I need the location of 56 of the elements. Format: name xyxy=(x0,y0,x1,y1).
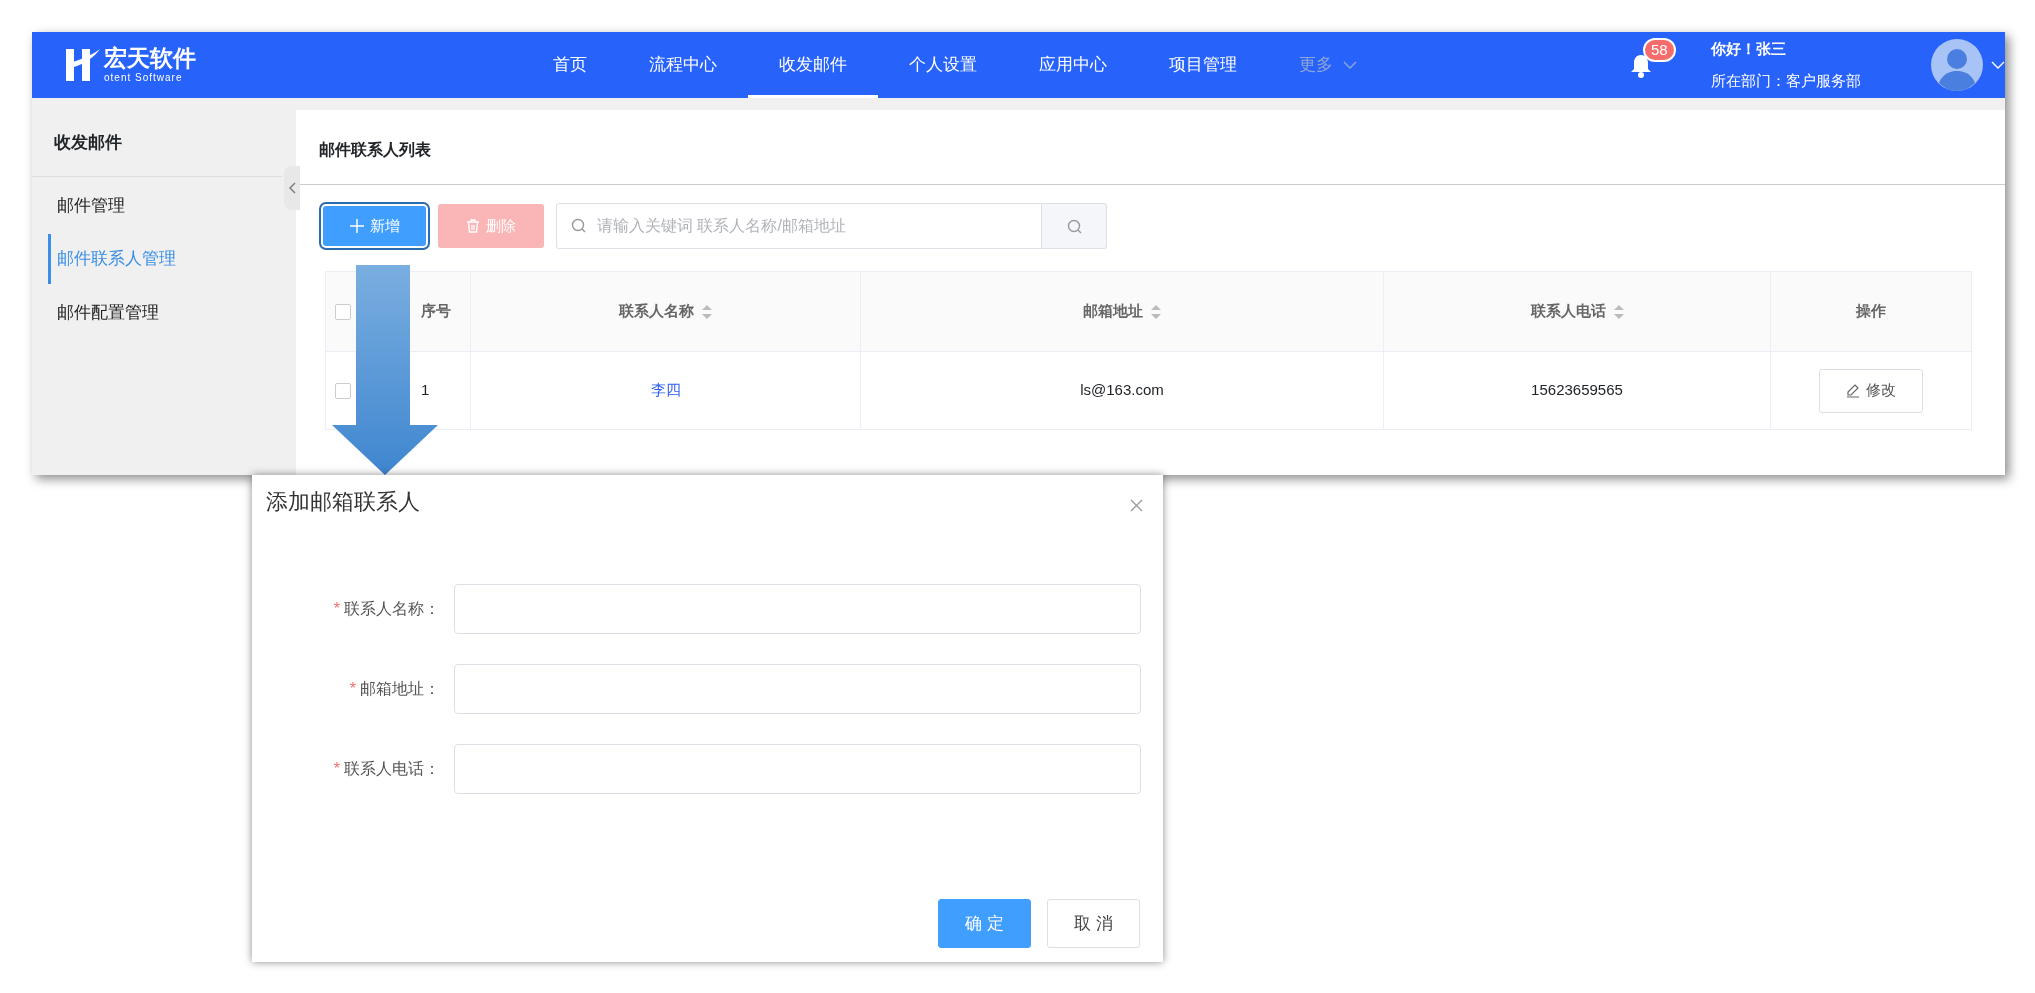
user-department: 所在部门：客户服务部 xyxy=(1711,71,1861,91)
column-header: 邮箱地址 xyxy=(1083,302,1143,320)
logo-icon xyxy=(66,47,100,83)
logo-title: 宏天软件 xyxy=(104,47,196,70)
required-asterisk: * xyxy=(333,600,340,617)
input-field[interactable] xyxy=(454,664,1141,714)
field-label: 联系人电话： xyxy=(344,760,440,777)
nav-item[interactable]: 个人设置 xyxy=(878,32,1008,98)
edit-button[interactable]: 修改 xyxy=(1819,368,1923,413)
plus-icon xyxy=(349,219,364,233)
dialog-title: 添加邮箱联系人 xyxy=(266,488,420,516)
contact-name-link[interactable]: 李四 xyxy=(650,381,681,399)
sidebar-item[interactable]: 邮件配置管理 xyxy=(48,287,282,337)
column-header: 序号 xyxy=(421,302,451,320)
column-header: 联系人电话 xyxy=(1530,302,1606,320)
column-header: 操作 xyxy=(1856,302,1886,320)
sidebar-title: 收发邮件 xyxy=(32,98,282,177)
nav-item[interactable]: 收发邮件 xyxy=(748,32,878,98)
trash-icon xyxy=(466,219,480,233)
chevron-left-icon xyxy=(288,182,296,194)
search-button[interactable] xyxy=(1042,203,1107,249)
cancel-button[interactable]: 取 消 xyxy=(1047,899,1140,948)
search-field[interactable]: 请输入关键词 联系人名称/邮箱地址 xyxy=(556,203,1042,249)
required-asterisk: * xyxy=(349,680,356,697)
logo-subtitle: otent Software xyxy=(104,73,184,83)
input-field[interactable] xyxy=(454,584,1141,634)
collapse-handle[interactable] xyxy=(284,166,300,210)
nav-item[interactable]: 应用中心 xyxy=(1008,32,1138,98)
sort-icon[interactable] xyxy=(1151,305,1161,320)
chevron-down-icon[interactable] xyxy=(1991,60,2005,70)
user-greeting: 你好！张三 xyxy=(1711,38,1787,59)
table-cell: 1 xyxy=(421,381,430,399)
required-asterisk: * xyxy=(333,760,340,777)
nav-item[interactable]: 首页 xyxy=(522,32,618,98)
confirm-button[interactable]: 确 定 xyxy=(938,899,1031,948)
sort-icon[interactable] xyxy=(1613,305,1624,320)
field-label: 邮箱地址： xyxy=(360,680,440,697)
notification-badge: 58 xyxy=(1643,37,1676,62)
table-cell: ls@163.com xyxy=(1080,381,1164,399)
nav-item[interactable]: 流程中心 xyxy=(618,32,748,98)
search-icon xyxy=(571,218,586,233)
row-checkbox[interactable] xyxy=(335,383,351,400)
search-icon xyxy=(1066,218,1082,234)
sidebar-item[interactable]: 邮件联系人管理 xyxy=(48,234,282,284)
pencil-icon xyxy=(1846,383,1860,398)
input-field[interactable] xyxy=(454,744,1141,794)
sidebar-item[interactable]: 邮件管理 xyxy=(48,180,282,230)
panel-title: 邮件联系人列表 xyxy=(296,110,2005,185)
avatar[interactable] xyxy=(1931,39,1983,91)
field-label: 联系人名称： xyxy=(344,600,440,617)
close-icon xyxy=(1130,499,1143,513)
select-all-checkbox[interactable] xyxy=(335,304,351,321)
table-cell: 15623659565 xyxy=(1531,381,1623,399)
sort-icon[interactable] xyxy=(702,305,712,320)
nav-item[interactable]: 项目管理 xyxy=(1138,32,1268,98)
column-header: 联系人名称 xyxy=(619,302,694,320)
